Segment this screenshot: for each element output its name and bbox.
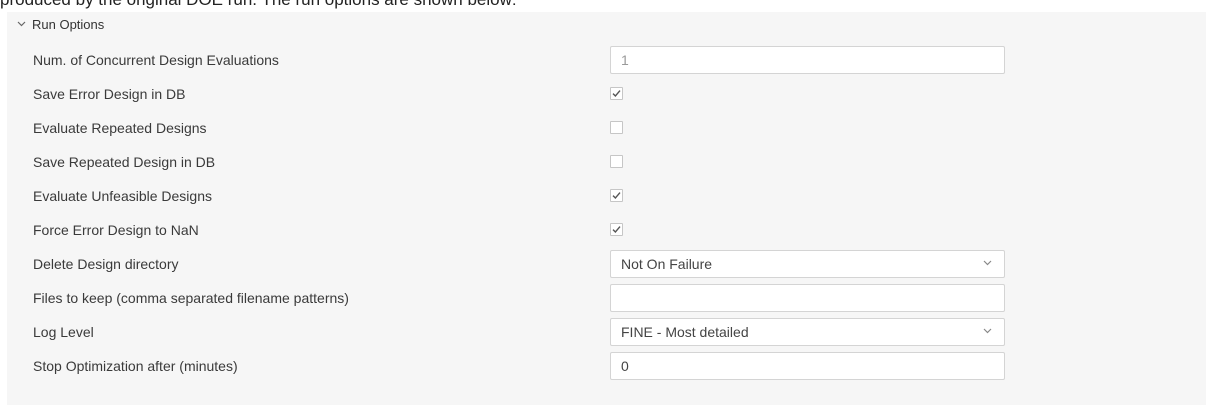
checkmark-icon — [612, 192, 621, 200]
row-label: Save Error Design in DB — [33, 86, 186, 102]
row-delete-design-directory: Delete Design directory Not On Failure — [7, 247, 1206, 281]
row-label: Num. of Concurrent Design Evaluations — [33, 52, 279, 68]
row-log-level: Log Level FINE - Most detailed — [7, 315, 1206, 349]
row-label: Evaluate Unfeasible Designs — [33, 188, 212, 204]
delete-design-directory-select[interactable]: Not On Failure — [610, 250, 1005, 278]
select-value: FINE - Most detailed — [621, 324, 749, 340]
save-repeated-checkbox[interactable] — [610, 155, 623, 168]
stop-optimization-input[interactable]: 0 — [610, 352, 1005, 380]
row-label: Force Error Design to NaN — [33, 222, 199, 238]
row-label: Files to keep (comma separated filename … — [33, 290, 349, 306]
files-to-keep-input[interactable] — [610, 284, 1005, 312]
row-label: Evaluate Repeated Designs — [33, 120, 207, 136]
field-value: 1 — [621, 52, 629, 68]
row-concurrent-evaluations: Num. of Concurrent Design Evaluations 1 — [7, 43, 1206, 77]
field-value: 0 — [621, 358, 629, 374]
row-label: Delete Design directory — [33, 256, 179, 272]
checkmark-icon — [612, 226, 621, 234]
row-force-error-nan: Force Error Design to NaN — [7, 213, 1206, 247]
run-options-panel: Run Options Num. of Concurrent Design Ev… — [7, 12, 1206, 405]
panel-title: Run Options — [32, 16, 105, 32]
row-label: Stop Optimization after (minutes) — [33, 358, 238, 374]
evaluate-unfeasible-checkbox[interactable] — [610, 189, 623, 202]
run-options-header[interactable]: Run Options — [7, 12, 1206, 36]
row-label: Log Level — [33, 324, 94, 340]
concurrent-evaluations-input[interactable]: 1 — [610, 46, 1005, 74]
row-label: Save Repeated Design in DB — [33, 154, 216, 170]
row-stop-optimization: Stop Optimization after (minutes) 0 — [7, 349, 1206, 383]
chevron-down-icon — [983, 328, 992, 334]
force-error-nan-checkbox[interactable] — [610, 223, 623, 236]
save-error-design-checkbox[interactable] — [610, 87, 623, 100]
chevron-down-icon[interactable] — [17, 21, 26, 27]
evaluate-repeated-checkbox[interactable] — [610, 121, 623, 134]
checkmark-icon — [612, 90, 621, 98]
row-files-to-keep: Files to keep (comma separated filename … — [7, 281, 1206, 315]
row-save-error-design: Save Error Design in DB — [7, 77, 1206, 111]
chevron-down-icon — [983, 260, 992, 266]
row-evaluate-repeated: Evaluate Repeated Designs — [7, 111, 1206, 145]
row-evaluate-unfeasible: Evaluate Unfeasible Designs — [7, 179, 1206, 213]
intro-text-fragment: produced by the original DOE run. The ru… — [0, 0, 517, 12]
row-save-repeated: Save Repeated Design in DB — [7, 145, 1206, 179]
log-level-select[interactable]: FINE - Most detailed — [610, 318, 1005, 346]
select-value: Not On Failure — [621, 256, 713, 272]
